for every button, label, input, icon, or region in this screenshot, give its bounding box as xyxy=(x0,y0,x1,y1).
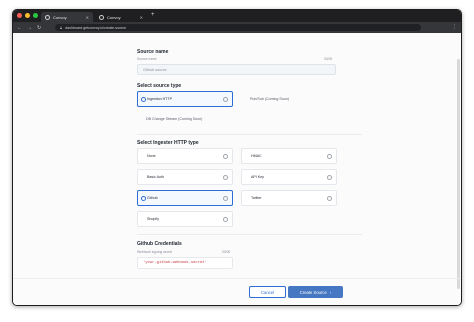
radio-icon xyxy=(223,175,228,180)
ingester-option-none[interactable]: None xyxy=(137,148,233,164)
radio-icon xyxy=(223,217,228,222)
radio-icon xyxy=(223,154,228,159)
cancel-button[interactable]: Cancel xyxy=(249,286,286,298)
url-text: dashboard.getconvoy.io/create-source xyxy=(65,25,127,30)
reload-icon[interactable]: ↻ xyxy=(37,25,41,31)
new-tab-icon[interactable]: + xyxy=(151,12,155,18)
ingester-option-github[interactable]: Github xyxy=(137,190,233,206)
maximize-window-button[interactable] xyxy=(33,13,38,18)
create-source-button-label: Create Source xyxy=(299,289,327,295)
option-label: None xyxy=(147,154,156,158)
option-label: Pub/Sub (Coming Soon) xyxy=(250,97,289,101)
source-name-label: Source name xyxy=(137,57,157,61)
ingester-option-shopify[interactable]: Shopify xyxy=(137,211,233,227)
webhook-secret-value: 'your-github-webhook-secret' xyxy=(143,261,207,265)
source-name-title: Source name xyxy=(137,49,169,55)
source-name-counter: 00/00 xyxy=(324,57,333,61)
source-name-input[interactable]: Github source xyxy=(137,64,336,75)
radio-icon xyxy=(223,97,228,102)
tab-title: Convoy xyxy=(107,14,121,20)
ingester-option-api-key[interactable]: API Key xyxy=(241,169,337,185)
close-tab-icon[interactable]: ✕ xyxy=(140,15,143,20)
address-bar[interactable]: 🔒︎ dashboard.getconvoy.io/create-source xyxy=(55,24,421,31)
close-window-button[interactable] xyxy=(17,13,22,18)
source-type-pubsub: Pub/Sub (Coming Soon) xyxy=(241,91,337,107)
credentials-title: Github Credentials xyxy=(137,241,182,247)
webhook-secret-counter: 00/00 xyxy=(222,250,231,254)
option-label: Ingestion HTTP xyxy=(147,97,172,101)
source-type-db-change-stream: DB Change Stream (Coming Soon) xyxy=(137,111,247,127)
extensions-icon[interactable]: ⋮ xyxy=(452,24,457,30)
radio-icon xyxy=(327,175,332,180)
minimize-window-button[interactable] xyxy=(25,13,30,18)
option-label: API Key xyxy=(251,175,264,179)
convoy-favicon-icon xyxy=(45,14,50,20)
source-type-title: Select source type xyxy=(137,83,182,89)
option-label: Shopify xyxy=(147,217,159,221)
close-tab-icon[interactable]: ✕ xyxy=(86,15,89,20)
option-label: DB Change Stream (Coming Soon) xyxy=(146,117,203,121)
page-scrollbar[interactable] xyxy=(457,59,460,289)
section-divider xyxy=(137,134,362,135)
radio-selected-icon xyxy=(141,196,146,201)
option-label: Twitter xyxy=(251,196,262,200)
footer-divider xyxy=(13,278,461,279)
radio-icon xyxy=(223,196,228,201)
convoy-favicon-icon xyxy=(99,14,104,20)
create-source-button[interactable]: Create Source › xyxy=(288,286,343,298)
option-label: Github xyxy=(147,196,158,200)
ingester-option-twitter[interactable]: Twitter xyxy=(241,190,337,206)
ingester-option-hmac[interactable]: HMAC xyxy=(241,148,337,164)
cancel-button-label: Cancel xyxy=(260,289,275,295)
browser-window: Convoy ✕ Convoy ✕ + ← → ↻ 🔒︎ dashboard.g… xyxy=(12,9,462,306)
option-label: Basic Auth xyxy=(147,175,164,179)
section-divider xyxy=(137,234,362,235)
lock-icon: 🔒︎ xyxy=(60,25,63,30)
option-label: HMAC xyxy=(251,154,262,158)
radio-icon xyxy=(327,196,332,201)
browser-tab-2[interactable]: Convoy ✕ xyxy=(95,12,147,22)
source-type-ingestion-http[interactable]: Ingestion HTTP xyxy=(137,91,233,107)
webhook-secret-label: Webhook signing secret xyxy=(137,250,173,254)
chevron-right-icon: › xyxy=(329,289,332,295)
back-icon[interactable]: ← xyxy=(17,25,22,31)
radio-icon xyxy=(327,154,332,159)
forward-icon[interactable]: → xyxy=(27,25,32,31)
ingester-type-title: Select Ingester HTTP type xyxy=(137,140,199,146)
ingester-option-basic-auth[interactable]: Basic Auth xyxy=(137,169,233,185)
window-controls xyxy=(17,13,38,18)
browser-titlebar: Convoy ✕ Convoy ✕ + xyxy=(13,10,461,22)
tab-title: Convoy xyxy=(53,14,67,20)
browser-toolbar: ← → ↻ 🔒︎ dashboard.getconvoy.io/create-s… xyxy=(13,22,461,33)
page-content: Source name Source name 00/00 Github sou… xyxy=(13,33,461,305)
toolbar-icons: ⋮ xyxy=(452,24,457,30)
radio-selected-icon xyxy=(141,97,146,102)
webhook-secret-input[interactable]: 'your-github-webhook-secret' xyxy=(137,257,233,269)
browser-tab-1[interactable]: Convoy ✕ xyxy=(41,12,93,22)
source-name-placeholder: Github source xyxy=(143,67,167,72)
